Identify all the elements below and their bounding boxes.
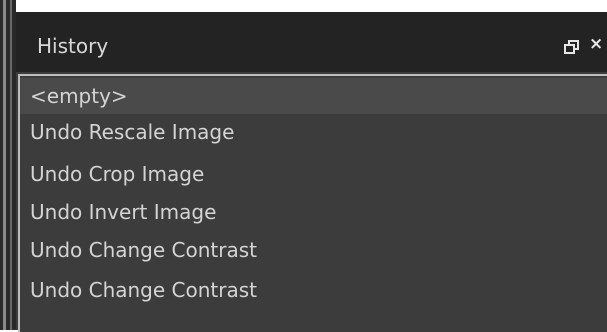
panel-titlebar[interactable]: History × (16, 12, 607, 72)
edge-highlight (10, 0, 12, 330)
history-item[interactable]: Undo Crop Image (20, 156, 607, 192)
history-item[interactable]: Undo Rescale Image (20, 114, 607, 150)
window-left-edge (0, 0, 16, 330)
history-item[interactable]: Undo Change Contrast (20, 272, 607, 308)
history-panel: History × <empty> Undo Rescale Image Und… (16, 12, 607, 332)
history-item[interactable]: Undo Invert Image (20, 194, 607, 230)
float-window-icon[interactable] (564, 39, 579, 54)
panel-title: History (37, 34, 109, 58)
history-item-empty[interactable]: <empty> (20, 78, 607, 114)
edge-highlight (3, 0, 6, 330)
history-list: <empty> Undo Rescale Image Undo Crop Ima… (18, 74, 607, 332)
history-item[interactable]: Undo Change Contrast (20, 232, 607, 268)
close-icon[interactable]: × (589, 34, 607, 54)
history-window: History × <empty> Undo Rescale Image Und… (0, 0, 607, 332)
